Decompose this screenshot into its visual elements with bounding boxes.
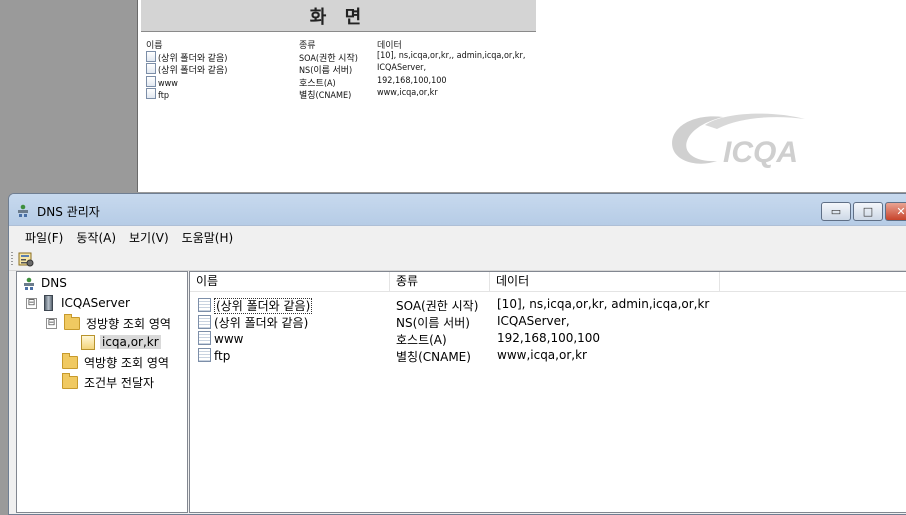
reference-record-list: 이름 종류 데이터 (상위 폴더와 같음) SOA(권한 시작) [10], n…: [146, 38, 538, 101]
table-row[interactable]: www 호스트(A) 192,168,100,100: [190, 330, 906, 347]
minimize-icon: ▭: [830, 205, 842, 218]
tree-label-conditional-forwarders: 조건부 전달자: [84, 375, 155, 390]
menu-file[interactable]: 파일(F): [25, 229, 63, 246]
toolbar-grip[interactable]: [11, 252, 13, 266]
reference-row-type: 호스트(A): [299, 78, 336, 89]
close-button[interactable]: ✕: [885, 202, 906, 221]
tree-label-reverse-zones: 역방향 조회 영역: [84, 355, 169, 370]
column-header-name[interactable]: 이름: [190, 272, 390, 291]
window-title: DNS 관리자: [37, 205, 100, 219]
reference-row: ftp 별칭(CNAME) www,icqa,or,kr: [146, 88, 538, 101]
reference-panel: 화 면 이름 종류 데이터 (상위 폴더와 같음) SOA(권한 시작) [10…: [137, 0, 542, 192]
record-type: 별칭(CNAME): [396, 350, 471, 364]
reference-title: 화 면: [141, 0, 536, 32]
dns-manager-icon: [18, 204, 28, 217]
record-data: www,icqa,or,kr: [497, 348, 587, 362]
reference-row-data: 192,168,100,100: [377, 75, 447, 86]
record-name: www: [214, 332, 244, 346]
record-icon: [146, 50, 156, 62]
tree-item-zone[interactable]: icqa,or,kr: [81, 333, 161, 351]
record-data: [10], ns,icqa,or,kr, admin,icqa,or,kr: [497, 297, 710, 311]
record-icon: [146, 88, 156, 99]
folder-icon: [62, 372, 78, 389]
table-row[interactable]: (상위 폴더와 같음) NS(이름 서버) ICQAServer,: [190, 313, 906, 330]
tree-item-conditional-forwarders[interactable]: 조건부 전달자: [62, 372, 155, 391]
properties-icon[interactable]: [18, 251, 34, 267]
reference-header-row: 이름 종류 데이터: [146, 38, 538, 51]
collapse-icon[interactable]: ⊟: [26, 297, 37, 309]
server-icon: [44, 295, 53, 311]
reference-row-name: ftp: [158, 91, 170, 101]
reference-header-data: 데이터: [377, 41, 402, 51]
dns-icon: [24, 277, 34, 290]
tree-item-reverse-zones[interactable]: 역방향 조회 영역: [62, 352, 169, 371]
record-type: 호스트(A): [396, 333, 447, 347]
record-name: (상위 폴더와 같음): [214, 298, 313, 314]
reference-row-data: ICQAServer,: [377, 63, 427, 73]
record-icon: [198, 298, 211, 312]
tree-label-dns: DNS: [41, 276, 67, 290]
reference-header-name: 이름: [146, 41, 163, 51]
folder-icon: [64, 313, 80, 330]
reference-row: (상위 폴더와 같음) NS(이름 서버) ICQAServer,: [146, 63, 538, 76]
zone-icon: [81, 334, 95, 350]
reference-row-name: (상위 폴더와 같음): [158, 66, 228, 76]
list-header: 이름 종류 데이터: [190, 272, 906, 292]
maximize-button[interactable]: □: [853, 202, 883, 221]
record-type: NS(이름 서버): [396, 316, 470, 330]
reference-row: www 호스트(A) 192,168,100,100: [146, 75, 538, 89]
minimize-button[interactable]: ▭: [821, 202, 851, 221]
record-icon: [198, 315, 211, 329]
record-icon: [146, 75, 156, 87]
console-tree: DNS ⊟ ICQAServer ⊟ 정방향 조회 영역 icqa,or,kr …: [16, 271, 188, 513]
record-data: ICQAServer,: [497, 314, 570, 328]
tree-label-zone: icqa,or,kr: [100, 335, 161, 349]
title-bar[interactable]: DNS 관리자 ▭ □ ✕: [9, 194, 906, 226]
table-row[interactable]: ftp 별칭(CNAME) www,icqa,or,kr: [190, 347, 906, 364]
reference-row-data: [10], ns,icqa,or,kr,, admin,icqa,or,kr,: [377, 50, 526, 61]
column-header-data[interactable]: 데이터: [490, 272, 720, 291]
tree-item-dns[interactable]: DNS: [23, 274, 67, 292]
menu-action[interactable]: 동작(A): [76, 229, 116, 246]
tree-label-server: ICQAServer: [61, 296, 130, 310]
logo-text: ICQA: [723, 136, 798, 169]
folder-icon: [62, 352, 78, 369]
dns-manager-window: DNS 관리자 ▭ □ ✕ 파일(F) 동작(A) 보기(V) 도움말(H) D…: [8, 193, 906, 515]
record-name: ftp: [214, 349, 231, 363]
menu-view[interactable]: 보기(V): [129, 229, 169, 246]
record-data: 192,168,100,100: [497, 331, 601, 345]
record-type: SOA(권한 시작): [396, 299, 479, 313]
record-icon: [198, 331, 211, 345]
toolbar: [9, 248, 906, 271]
menu-bar: 파일(F) 동작(A) 보기(V) 도움말(H): [9, 226, 906, 248]
maximize-icon: □: [862, 205, 874, 218]
record-icon: [198, 348, 211, 362]
logo-area: ICQA: [540, 0, 906, 192]
tree-item-forward-zones[interactable]: ⊟ 정방향 조회 영역: [46, 313, 171, 332]
reference-header-type: 종류: [299, 41, 316, 51]
reference-row-type: SOA(권한 시작): [299, 53, 358, 64]
close-icon: ✕: [896, 205, 906, 218]
tree-label-forward-zones: 정방향 조회 영역: [86, 316, 171, 331]
reference-row-type: 별칭(CNAME): [299, 91, 352, 101]
icqa-logo: ICQA: [672, 113, 805, 169]
reference-row-data: www,icqa,or,kr: [377, 88, 438, 98]
record-list: 이름 종류 데이터 (상위 폴더와 같음) SOA(권한 시작) [10], n…: [189, 271, 906, 513]
collapse-icon[interactable]: ⊟: [46, 317, 57, 329]
reference-row-name: (상위 폴더와 같음): [158, 53, 228, 64]
reference-row-name: www: [158, 78, 178, 89]
record-icon: [146, 63, 156, 74]
reference-row-type: NS(이름 서버): [299, 66, 353, 76]
menu-help[interactable]: 도움말(H): [182, 229, 234, 246]
record-name: (상위 폴더와 같음): [214, 316, 309, 330]
column-header-type[interactable]: 종류: [390, 272, 490, 291]
tree-item-server[interactable]: ⊟ ICQAServer: [26, 294, 130, 312]
reference-row: (상위 폴더와 같음) SOA(권한 시작) [10], ns,icqa,or,…: [146, 50, 538, 64]
table-row[interactable]: (상위 폴더와 같음) SOA(권한 시작) [10], ns,icqa,or,…: [190, 296, 906, 314]
